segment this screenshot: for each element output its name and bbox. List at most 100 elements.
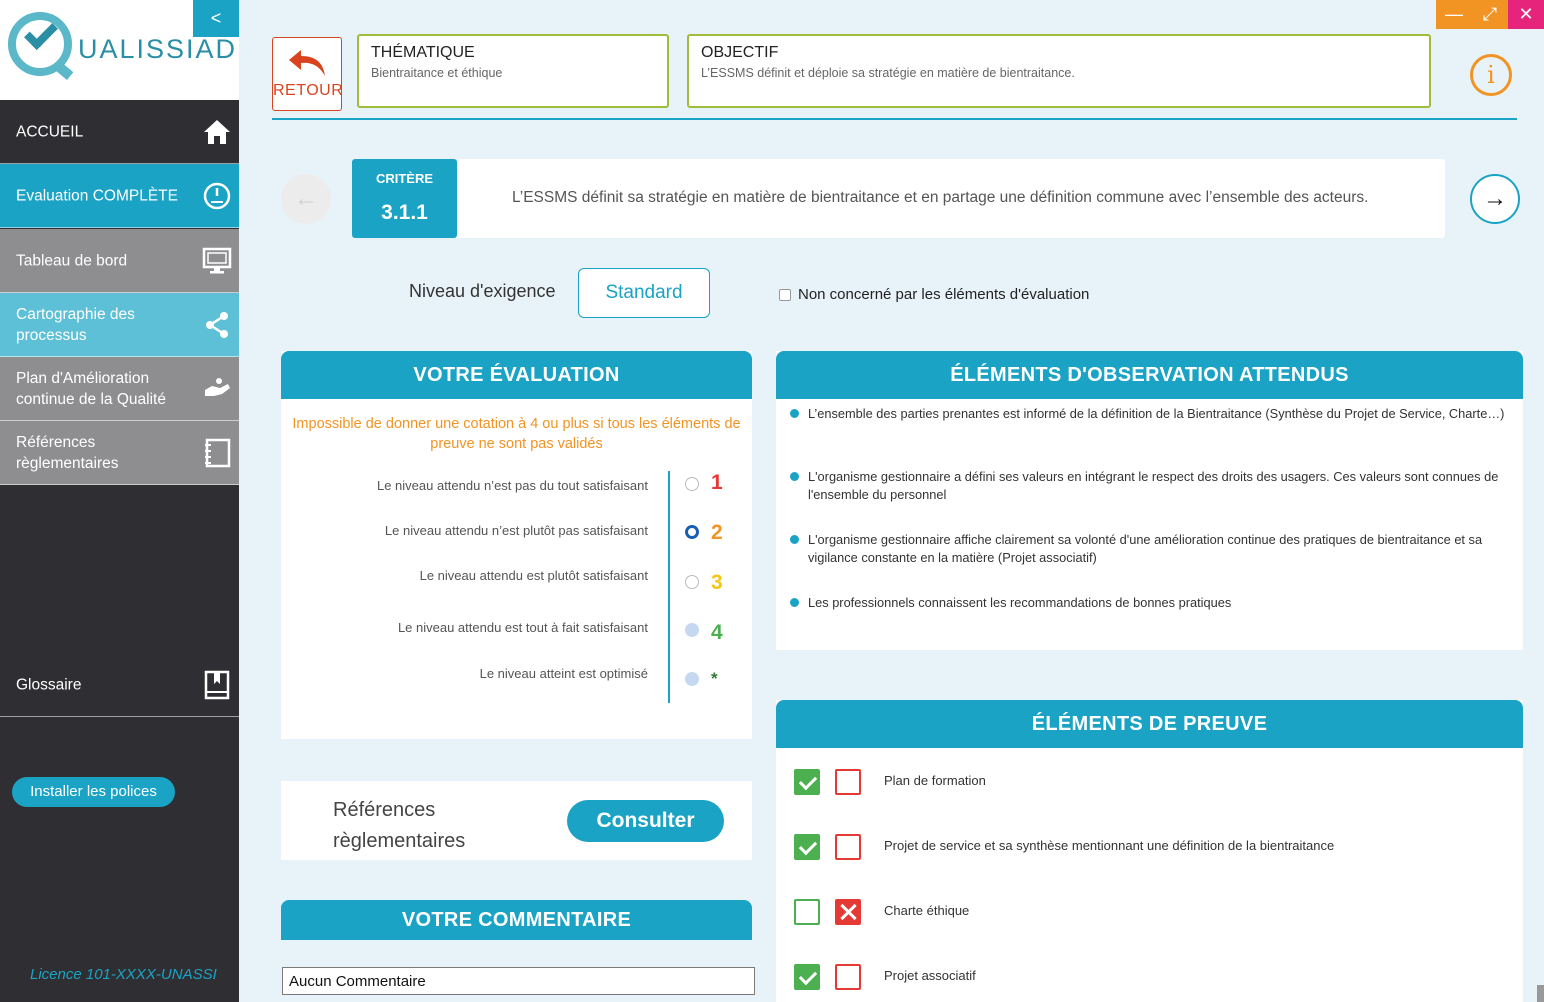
sidebar-item-references[interactable]: Références règlementaires (0, 421, 239, 485)
sidebar-item-accueil[interactable]: ACCUEIL (0, 100, 239, 164)
window-controls: — ⤢ ✕ (1436, 0, 1544, 29)
sidebar-item-tableau-de-bord[interactable]: Tableau de bord (0, 229, 239, 293)
objectif-title: OBJECTIF (701, 44, 779, 61)
previous-critere-button[interactable]: ← (281, 174, 331, 224)
niveau-exigence-label: Niveau d'exigence (409, 281, 556, 301)
bullet-icon (790, 598, 799, 607)
observation-title: ÉLÉMENTS D'OBSERVATION ATTENDUS (776, 351, 1523, 399)
preuve-valid-checkbox[interactable] (794, 834, 820, 860)
sidebar-item-label: Plan d'Amélioration continue de la Quali… (16, 369, 166, 408)
level-2-radio[interactable] (685, 525, 699, 539)
level-3-radio[interactable] (685, 575, 699, 589)
critere-text: L’ESSMS définit sa stratégie en matière … (512, 189, 1369, 206)
observation-panel: ÉLÉMENTS D'OBSERVATION ATTENDUS L’ensemb… (776, 351, 1523, 650)
logo-q-icon (8, 12, 74, 80)
logo-text: UALISSIAD (78, 34, 238, 64)
level-text: Le niveau attendu est plutôt satisfaisan… (419, 568, 648, 583)
evaluation-warning: Impossible de donner une cotation à 4 ou… (292, 416, 741, 452)
sidebar-item-label: Evaluation COMPLÈTE (16, 187, 178, 204)
level-text: Le niveau atteint est optimisé (479, 666, 648, 681)
non-concerne-option[interactable]: Non concerné par les éléments d'évaluati… (779, 286, 1089, 303)
level-number: 3 (711, 571, 723, 594)
level-number: 1 (711, 471, 723, 494)
sidebar-item-label: Cartographie des processus (16, 305, 135, 344)
objectif-card: OBJECTIF L’ESSMS définit et déploie sa s… (687, 34, 1431, 108)
level-1-radio[interactable] (685, 477, 699, 491)
observation-item: L'organisme gestionnaire affiche clairem… (790, 531, 1508, 567)
niveau-exigence-button[interactable]: Standard (578, 268, 710, 318)
preuve-valid-checkbox[interactable] (794, 899, 820, 925)
level-4-radio (685, 623, 699, 637)
book-icon (204, 670, 230, 699)
sidebar-item-evaluation[interactable]: Evaluation COMPLÈTE (0, 164, 239, 228)
thematique-card: THÉMATIQUE Bientraitance et éthique (357, 34, 669, 108)
install-fonts-button[interactable]: Installer les polices (12, 777, 175, 807)
preuve-text: Charte éthique (884, 903, 970, 918)
sidebar-item-label: Tableau de bord (16, 252, 128, 269)
references-label-line: Références (333, 799, 436, 821)
thematique-text: Bientraitance et éthique (371, 66, 503, 80)
minimize-button[interactable]: — (1436, 0, 1472, 29)
references-label-line: règlementaires (333, 830, 466, 852)
preuve-invalid-checkbox[interactable] (835, 769, 861, 795)
maximize-button[interactable]: ⤢ (1472, 0, 1508, 29)
preuve-text: Plan de formation (884, 773, 986, 788)
observation-item: L'organisme gestionnaire a défini ses va… (790, 468, 1508, 504)
hand-icon (205, 377, 230, 396)
evaluation-divider (668, 471, 670, 703)
observation-text: L'organisme gestionnaire a défini ses va… (808, 469, 1499, 502)
commentaire-panel: VOTRE COMMENTAIRE (281, 900, 755, 1002)
references-label: Références règlementaires (333, 795, 465, 857)
gauge-icon (203, 182, 231, 209)
critere-title: CRITÈRE (375, 171, 434, 186)
evaluation-title: VOTRE ÉVALUATION (281, 351, 752, 399)
observation-item: L’ensemble des parties prenantes est inf… (790, 405, 1508, 423)
references-panel: Références règlementaires Consulter (281, 781, 752, 860)
level-text: Le niveau attendu est tout à fait satisf… (397, 620, 648, 635)
level-number: 4 (711, 621, 723, 644)
critere-badge: CRITÈRE 3.1.1 (352, 159, 457, 238)
sidebar-item-glossaire[interactable]: Glossaire (0, 653, 239, 717)
preuve-invalid-checkbox[interactable] (835, 899, 861, 925)
preuve-invalid-checkbox[interactable] (835, 964, 861, 990)
preuve-text: Projet de service et sa synthèse mention… (884, 838, 1335, 853)
monitor-icon (202, 247, 232, 273)
critere-number: 3.1.1 (381, 201, 428, 224)
bullet-icon (790, 535, 799, 544)
thematique-title: THÉMATIQUE (371, 44, 475, 61)
consulter-button[interactable]: Consulter (567, 800, 724, 842)
preuve-invalid-checkbox[interactable] (835, 834, 861, 860)
non-concerne-checkbox[interactable] (779, 288, 791, 301)
observation-text: L’ensemble des parties prenantes est inf… (808, 406, 1505, 421)
collapse-sidebar-button[interactable]: < (193, 0, 239, 37)
sidebar-item-label: ACCUEIL (16, 123, 84, 140)
preuve-row: Projet associatif (794, 964, 1494, 990)
evaluation-panel: VOTRE ÉVALUATION Impossible de donner un… (281, 351, 752, 739)
close-button[interactable]: ✕ (1508, 0, 1544, 29)
observation-item: Les professionnels connaissent les recom… (790, 594, 1508, 612)
sidebar-item-cartographie[interactable]: Cartographie des processus (0, 293, 239, 357)
observation-text: Les professionnels connaissent les recom… (808, 595, 1232, 610)
header-divider (272, 118, 1517, 120)
scrollbar-thumb[interactable] (1537, 985, 1544, 1002)
sidebar-item-label: Glossaire (16, 676, 82, 693)
notebook-icon (205, 438, 231, 467)
licence-text: Licence 101-XXXX-UNASSI (30, 966, 217, 983)
sidebar-item-plan-amelioration[interactable]: Plan d'Amélioration continue de la Quali… (0, 357, 239, 421)
share-icon (206, 311, 228, 338)
commentaire-input[interactable] (282, 967, 755, 995)
retour-label: RETOUR (273, 82, 344, 99)
preuve-valid-checkbox[interactable] (794, 964, 820, 990)
sidebar: UALISSIAD < ACCUEIL Evaluation COMPLÈTE … (0, 0, 239, 1002)
level-number: * (711, 669, 718, 688)
commentaire-title: VOTRE COMMENTAIRE (281, 900, 752, 940)
back-arrow-icon (289, 50, 325, 76)
info-icon[interactable]: i (1470, 54, 1512, 96)
level-text: Le niveau attendu n’est plutôt pas satis… (384, 523, 648, 538)
preuve-valid-checkbox[interactable] (794, 769, 820, 795)
next-critere-button[interactable]: → (1470, 174, 1520, 224)
observation-text: L'organisme gestionnaire affiche clairem… (808, 532, 1483, 565)
retour-button[interactable]: RETOUR (272, 37, 344, 111)
level-number: 2 (711, 521, 723, 544)
preuve-row: Projet de service et sa synthèse mention… (794, 834, 1494, 860)
